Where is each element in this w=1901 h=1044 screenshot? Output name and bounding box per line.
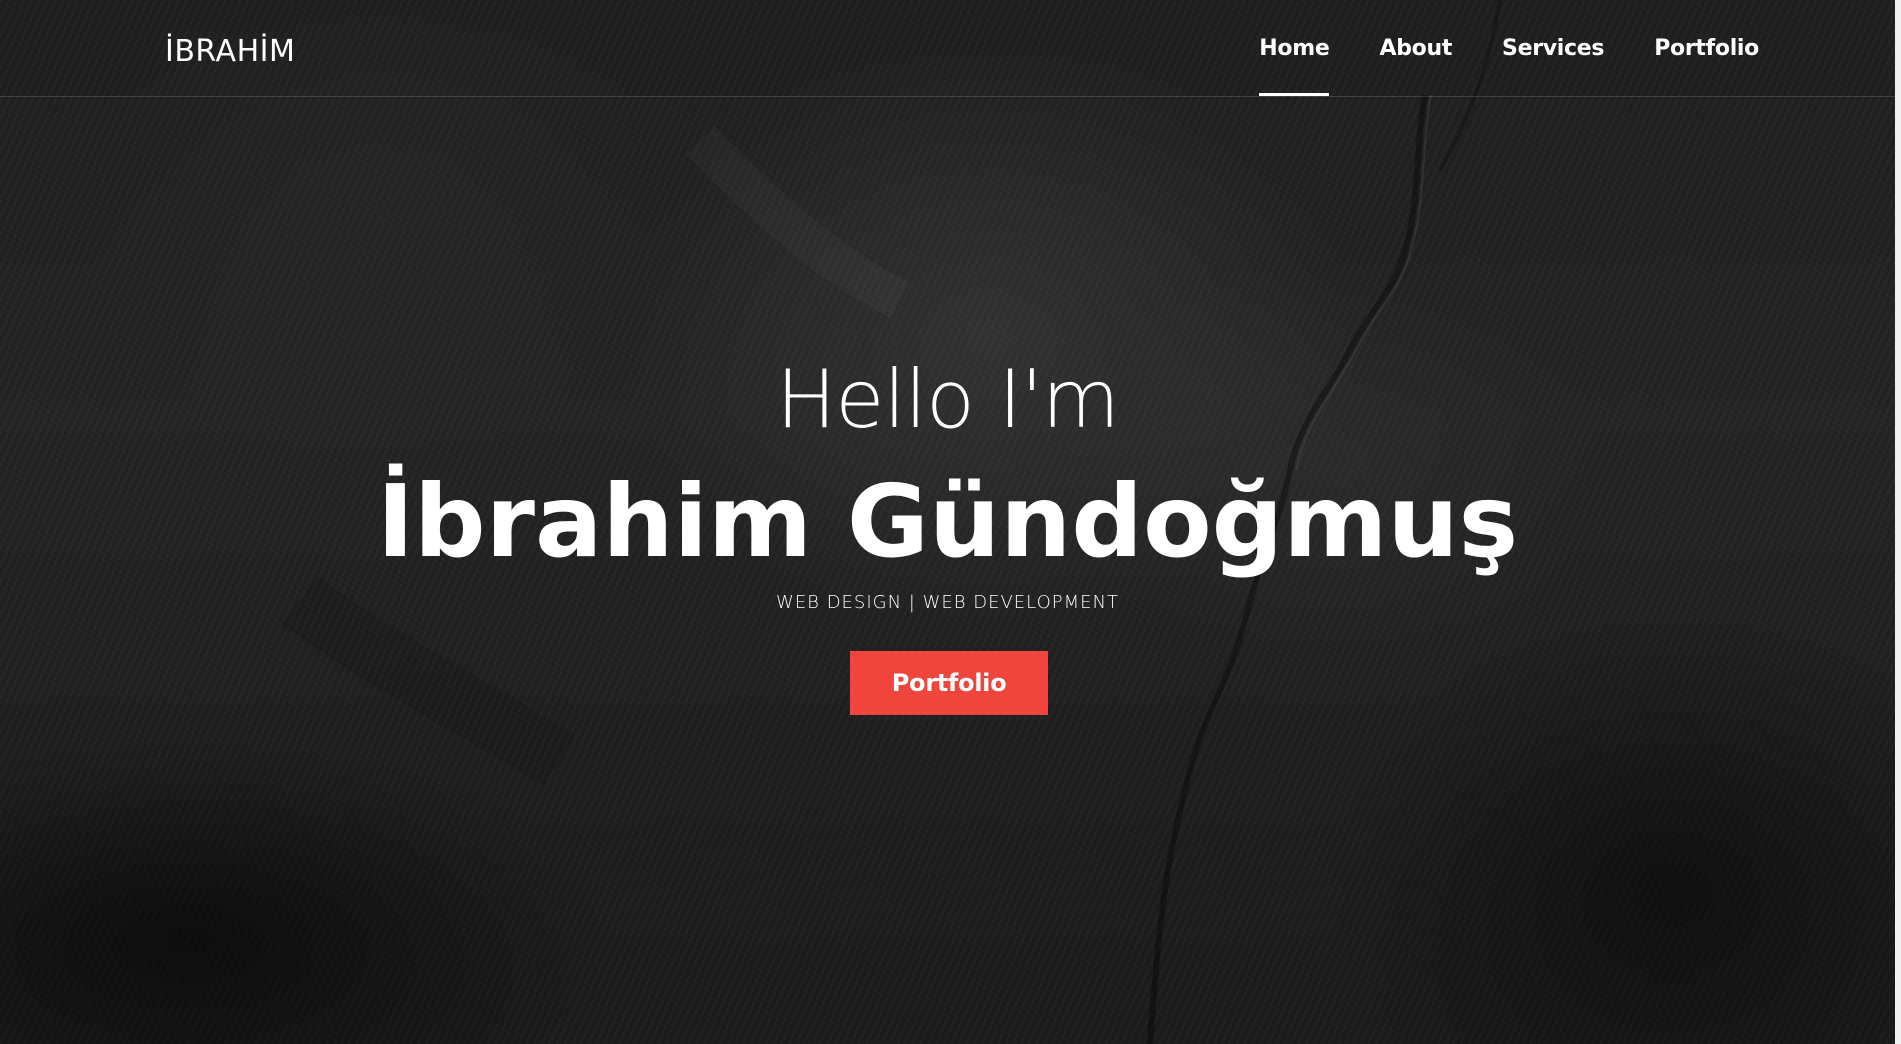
page-viewport: İBRAHİM Home About Services Portfolio He… xyxy=(0,0,1901,1044)
hero-name: İbrahim Gündoğmuş xyxy=(376,463,1519,580)
scrollbar-track[interactable] xyxy=(1895,0,1901,1044)
portfolio-button[interactable]: Portfolio xyxy=(850,651,1048,715)
scrollbar-thumb[interactable] xyxy=(1895,0,1901,1044)
hero-content: Hello I'm İbrahim Gündoğmuş WEB DESIGN |… xyxy=(0,0,1895,1044)
hero-greeting: Hello I'm xyxy=(776,353,1120,446)
hero-tagline: WEB DESIGN | WEB DEVELOPMENT xyxy=(776,592,1119,613)
